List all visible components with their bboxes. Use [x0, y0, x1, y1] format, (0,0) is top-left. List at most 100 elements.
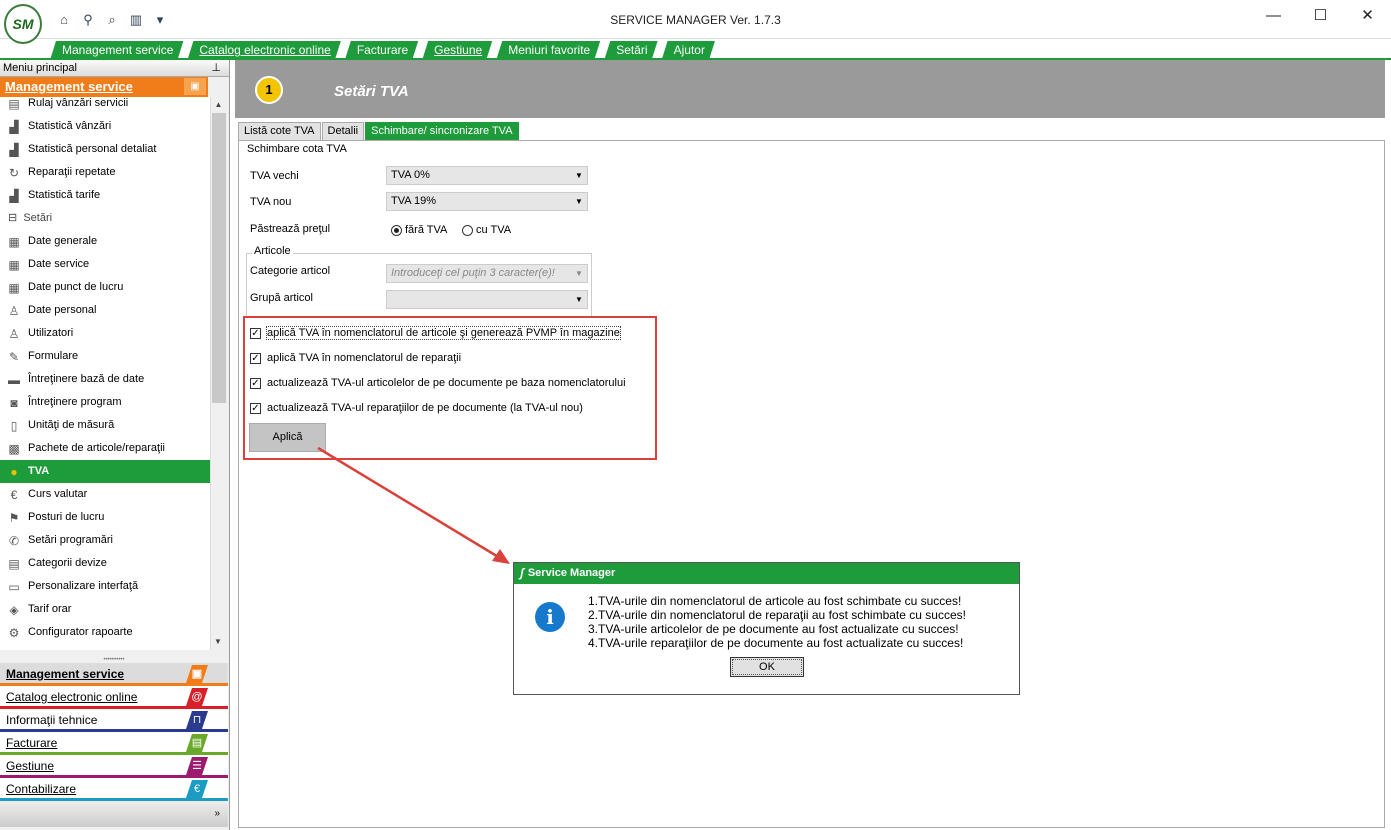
tab-lista-cote[interactable]: Listă cote TVA	[238, 122, 321, 140]
program-icon: ◙	[10, 395, 18, 410]
chevron-down-icon[interactable]: ▼	[571, 167, 587, 184]
module-contabilizare[interactable]: Contabilizare €	[0, 778, 228, 801]
app-logo-icon[interactable]: SM	[4, 4, 42, 44]
check-apply-articles[interactable]: ✓ aplică TVA în nomenclatorul de articole…	[250, 326, 621, 340]
menu-item-personalizare[interactable]: ▭ Personalizare interfaţă	[0, 575, 210, 598]
wrench-icon: ✆	[8, 533, 20, 548]
window-controls: — ☐ ✕	[1250, 0, 1391, 30]
scroll-down-icon[interactable]: ▼	[211, 634, 225, 650]
tab-strip: Listă cote TVA Detalii Schimbare/ sincro…	[238, 122, 520, 140]
menu-item-rulaj[interactable]: ▤ Rulaj vânzări servicii	[0, 97, 210, 115]
check-label: aplică TVA în nomenclatorul de articole …	[266, 326, 621, 340]
document-icon: ▦	[8, 234, 20, 249]
menu-item-intretinere-program[interactable]: ◙ Întreţinere program	[0, 391, 210, 414]
app-small-icon: ʃ	[520, 566, 524, 580]
menu-item-date-personal[interactable]: ♙ Date personal	[0, 299, 210, 322]
module-switcher: •••••••••• Management service ▣ Catalog e…	[0, 657, 228, 827]
check-label: aplică TVA în nomenclatorul de reparaţii	[267, 352, 462, 364]
menu-item-utilizatori[interactable]: ♙ Utilizatori	[0, 322, 210, 345]
module-gestiune[interactable]: Gestiune ☰	[0, 755, 228, 778]
workstation-icon: ⚑	[8, 510, 20, 525]
menu-item-label: TVA	[28, 465, 50, 477]
menu-item-date-punct-lucru[interactable]: ▦ Date punct de lucru	[0, 276, 210, 299]
scroll-up-icon[interactable]: ▲	[211, 97, 226, 113]
minimize-button[interactable]: —	[1250, 0, 1297, 30]
menu-item-label: Date punct de lucru	[28, 281, 124, 293]
keep-price-label: Păstrează preţul	[250, 223, 331, 235]
close-button[interactable]: ✕	[1344, 0, 1391, 30]
scroll-thumb[interactable]	[212, 113, 226, 403]
checkbox-checked[interactable]: ✓	[250, 402, 261, 414]
maximize-button[interactable]: ☐	[1297, 0, 1344, 30]
chevron-down-icon[interactable]: ▼	[571, 291, 587, 308]
menu-item-posturi-lucru[interactable]: ⚑ Posturi de lucru	[0, 506, 210, 529]
menu-item-configurator-rapoarte[interactable]: ⚙ Configurator rapoarte	[0, 621, 210, 644]
dialog-title-bar[interactable]: ʃ Service Manager	[514, 563, 1019, 584]
chevron-down-icon[interactable]: ▼	[571, 265, 587, 282]
chevron-down-icon[interactable]: ▼	[571, 193, 587, 210]
menu-item-label: Curs valutar	[28, 488, 88, 500]
dialog-title: Service Manager	[527, 567, 616, 579]
menu-item-formulare[interactable]: ✎ Formulare	[0, 345, 210, 368]
tab-schimbare-tva[interactable]: Schimbare/ sincronizare TVA	[365, 122, 519, 140]
main-menu-bar: Management service Catalog electronic on…	[0, 38, 1391, 60]
panel-header: Meniu principal ⊥	[0, 60, 229, 77]
person-icon: ♙	[8, 303, 20, 318]
page-header: 1 Setări TVA	[235, 60, 1385, 118]
menu-item-tva[interactable]: ● TVA	[0, 460, 210, 483]
module-catalog-electronic[interactable]: Catalog electronic online @	[0, 686, 228, 709]
ok-button[interactable]: OK	[730, 657, 804, 677]
apply-button[interactable]: Aplică	[249, 423, 326, 452]
group-article-select[interactable]: ▼	[386, 290, 588, 309]
menu-group-setari[interactable]: ⊟ Setări	[0, 207, 210, 230]
more-modules-button[interactable]: »	[0, 801, 228, 827]
tva-new-select[interactable]: TVA 19% ▼	[386, 192, 588, 211]
radio-without-tva[interactable]: fără TVA	[391, 224, 447, 236]
menu-item-intretinere-bd[interactable]: ▬ Întreţinere bază de date	[0, 368, 210, 391]
module-stripe	[0, 798, 228, 801]
package-icon: ▩	[8, 441, 20, 456]
category-input[interactable]: Introduceţi cel puţin 3 caracter(e)! ▼	[386, 264, 588, 283]
menu-item-reparatii-repetate[interactable]: ↻ Reparaţii repetate	[0, 161, 210, 184]
tag-icon: ◈	[9, 602, 19, 617]
info-tech-icon: ⊓	[186, 711, 208, 729]
tva-old-select[interactable]: TVA 0% ▼	[386, 166, 588, 185]
checkbox-checked[interactable]: ✓	[250, 377, 261, 389]
pin-icon[interactable]: ⊥	[211, 60, 221, 77]
checkbox-checked[interactable]: ✓	[250, 327, 261, 339]
menu-item-unitati-masura[interactable]: ▯ Unităţi de măsură	[0, 414, 210, 437]
check-apply-repairs[interactable]: ✓ aplică TVA în nomenclatorul de reparaţi…	[250, 352, 461, 364]
module-facturare[interactable]: Facturare ▤	[0, 732, 228, 755]
menu-item-statistica-personal[interactable]: ▟ Statistică personal detaliat	[0, 138, 210, 161]
menu-item-label: Personalizare interfaţă	[28, 580, 139, 592]
menu-item-date-generale[interactable]: ▦ Date generale	[0, 230, 210, 253]
menu-item-date-service[interactable]: ▦ Date service	[0, 253, 210, 276]
menu-scrollbar[interactable]: ▲ ▼	[210, 97, 226, 650]
message-line: 1.TVA-urile din nomenclatorul de articol…	[588, 594, 962, 608]
checkbox-checked[interactable]: ✓	[250, 352, 261, 364]
module-informatii-tehnice[interactable]: Informaţii tehnice ⊓	[0, 709, 228, 732]
menu-item-label: Întreţinere bază de date	[28, 373, 145, 385]
menu-item-categorii-devize[interactable]: ▤ Categorii devize	[0, 552, 210, 575]
menu-item-label: Tarif orar	[28, 603, 72, 615]
tva-old-label: TVA vechi	[250, 170, 299, 182]
radio-with-tva[interactable]: cu TVA	[462, 224, 511, 236]
check-update-doc-articles[interactable]: ✓ actualizează TVA-ul articolelor de pe d…	[250, 377, 626, 389]
menu-item-tarif-orar[interactable]: ◈ Tarif orar	[0, 598, 210, 621]
menu-item-setari-programari[interactable]: ✆ Setări programări	[0, 529, 210, 552]
message-dialog: ʃ Service Manager i 1.TVA-urile din nomen…	[513, 562, 1020, 695]
menu-item-label: Statistică vânzări	[28, 120, 112, 132]
module-management-service[interactable]: Management service ▣	[0, 663, 228, 686]
message-line: 4.TVA-urile reparaţiilor de pe documente…	[588, 636, 964, 650]
menu-item-statistica-vanzari[interactable]: ▟ Statistică vânzări	[0, 115, 210, 138]
dialog-message: 1.TVA-urile din nomenclatorul de articol…	[588, 594, 966, 650]
current-module-header[interactable]: Management service ▣	[0, 77, 229, 97]
category-label: Categorie articol	[250, 265, 331, 277]
menu-item-statistica-tarife[interactable]: ▟ Statistică tarife	[0, 184, 210, 207]
menu-item-pachete[interactable]: ▩ Pachete de articole/reparaţii	[0, 437, 210, 460]
menu-item-curs-valutar[interactable]: € Curs valutar	[0, 483, 210, 506]
check-update-doc-repairs[interactable]: ✓ actualizează TVA-ul reparaţiilor de pe …	[250, 402, 583, 414]
category-icon: ▤	[8, 556, 20, 571]
tab-detalii[interactable]: Detalii	[321, 122, 365, 140]
tva-old-value: TVA 0%	[391, 169, 430, 181]
